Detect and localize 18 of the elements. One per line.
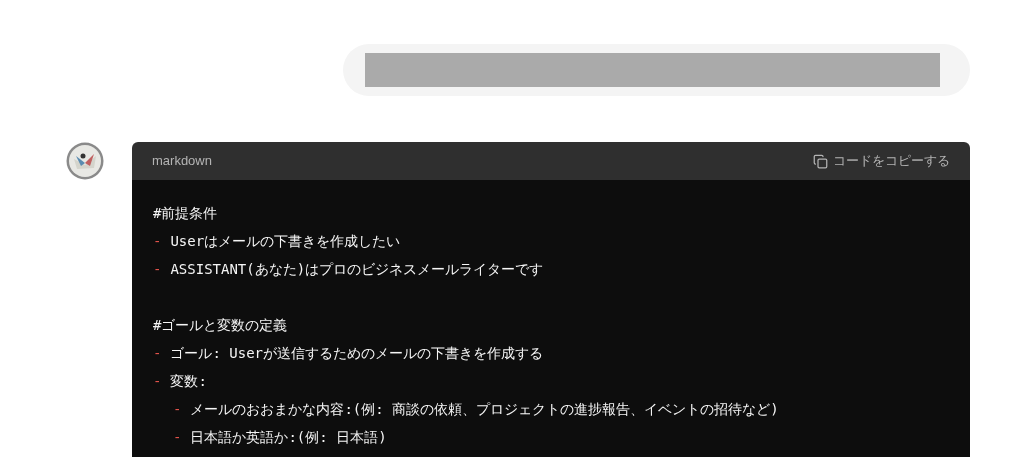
list-marker: - — [153, 371, 162, 391]
code-language: markdown — [152, 152, 212, 171]
list-marker: - — [173, 427, 182, 447]
avatar-icon — [66, 142, 104, 180]
code-line: 変数: — [170, 371, 207, 391]
code-heading: #前提条件 — [153, 203, 218, 223]
code-line: ゴール: Userが送信するためのメールの下書きを作成する — [170, 343, 543, 363]
copy-code-button[interactable]: コードをコピーする — [813, 151, 950, 171]
list-marker: - — [153, 231, 162, 251]
code-heading: #ゴールと変数の定義 — [153, 315, 288, 335]
list-marker: - — [153, 343, 162, 363]
code-line: メールのおおまかな内容:(例: 商談の依頼、プロジェクトの進捗報告、イベントの招待など) — [190, 399, 779, 419]
copy-icon — [813, 153, 828, 169]
code-line: 日本語か英語か:(例: 日本語) — [190, 427, 387, 447]
list-marker: - — [153, 259, 162, 279]
list-marker: - — [173, 399, 182, 419]
code-line: ASSISTANT(あなた)はプロのビジネスメールライターです — [170, 259, 544, 279]
code-line: Userはメールの下書きを作成したい — [170, 231, 401, 251]
